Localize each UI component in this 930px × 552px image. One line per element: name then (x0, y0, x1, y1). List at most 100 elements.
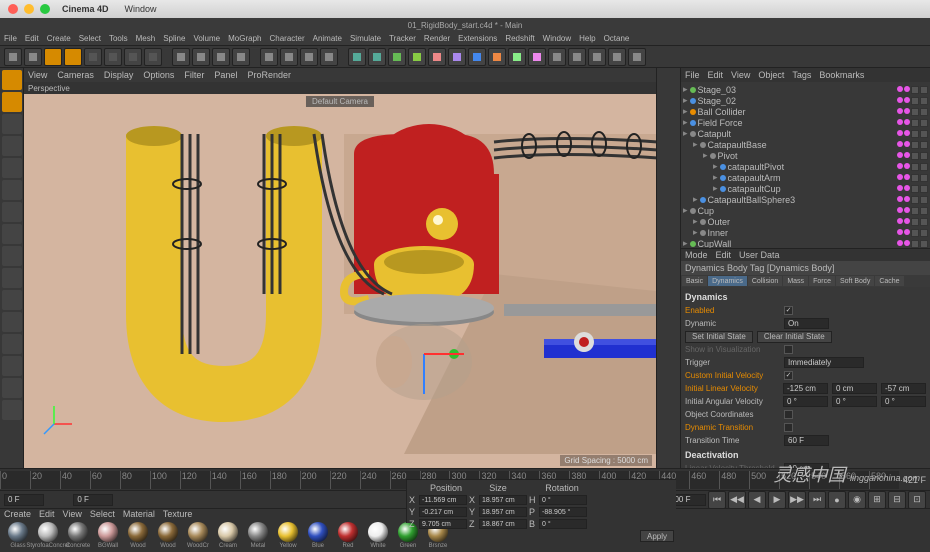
playback-btn-3[interactable]: ▶ (768, 491, 786, 509)
toolbar-btn-16[interactable] (300, 48, 318, 66)
obj-coord-checkbox[interactable] (784, 410, 793, 419)
dynamic-dropdown[interactable]: On (784, 318, 829, 329)
subtab-basic[interactable]: Basic (682, 276, 707, 286)
toolbar-btn-17[interactable] (320, 48, 338, 66)
toolbar-btn-29[interactable] (548, 48, 566, 66)
subtab-mass[interactable]: Mass (783, 276, 808, 286)
tree-item[interactable]: ▸Catapult (683, 128, 928, 139)
playback-btn-4[interactable]: ▶▶ (788, 491, 806, 509)
menu-redshift[interactable]: Redshift (505, 34, 534, 43)
material-wood[interactable]: Wood (124, 522, 152, 549)
playback-btn-2[interactable]: ◀ (748, 491, 766, 509)
menu-animate[interactable]: Animate (313, 34, 342, 43)
menu-tools[interactable]: Tools (109, 34, 128, 43)
toolbar-btn-26[interactable] (488, 48, 506, 66)
toolbar-btn-3[interactable] (64, 48, 82, 66)
material-cream[interactable]: Cream (214, 522, 242, 549)
menu-mograph[interactable]: MoGraph (228, 34, 261, 43)
mat-menu-view[interactable]: View (63, 509, 82, 519)
menu-spline[interactable]: Spline (163, 34, 185, 43)
playback-btn-7[interactable]: ◉ (848, 491, 866, 509)
mat-menu-select[interactable]: Select (90, 509, 115, 519)
menu-character[interactable]: Character (269, 34, 304, 43)
toolbar-btn-20[interactable] (368, 48, 386, 66)
menu-extensions[interactable]: Extensions (458, 34, 497, 43)
material-concrete[interactable]: Concrete (64, 522, 92, 549)
ang-v-y[interactable] (832, 396, 877, 407)
tree-item[interactable]: ▸catapaultCup (683, 183, 928, 194)
vp-menu-view[interactable]: View (28, 70, 47, 80)
custom-iv-checkbox[interactable] (784, 371, 793, 380)
dyn-trans-checkbox[interactable] (784, 423, 793, 432)
object-tree[interactable]: ▸Stage_03▸Stage_02▸Ball Collider▸Field F… (681, 82, 930, 248)
toolbar-btn-28[interactable] (528, 48, 546, 66)
toolbar-btn-0[interactable] (4, 48, 22, 66)
toolbar-btn-9[interactable] (172, 48, 190, 66)
toolbar-btn-1[interactable] (24, 48, 42, 66)
playback-btn-9[interactable]: ⊟ (888, 491, 906, 509)
toolbar-btn-4[interactable] (84, 48, 102, 66)
subtab-cache[interactable]: Cache (875, 276, 903, 286)
toolbar-btn-14[interactable] (260, 48, 278, 66)
toolbar-btn-15[interactable] (280, 48, 298, 66)
apply-button[interactable]: Apply (640, 530, 674, 542)
left-tool-5[interactable] (2, 180, 22, 200)
camera-label[interactable]: Default Camera (306, 96, 374, 107)
attr-menu-user data[interactable]: User Data (739, 250, 780, 260)
tree-item[interactable]: ▸catapaultPivot (683, 161, 928, 172)
playback-btn-8[interactable]: ⊞ (868, 491, 886, 509)
obj-menu-bookmarks[interactable]: Bookmarks (819, 70, 864, 80)
subtab-force[interactable]: Force (809, 276, 835, 286)
playback-btn-1[interactable]: ◀◀ (728, 491, 746, 509)
menu-volume[interactable]: Volume (193, 34, 220, 43)
left-tool-13[interactable] (2, 356, 22, 376)
left-tool-6[interactable] (2, 202, 22, 222)
toolbar-btn-30[interactable] (568, 48, 586, 66)
left-tool-15[interactable] (2, 400, 22, 420)
mac-zoom[interactable] (40, 4, 50, 14)
vp-menu-filter[interactable]: Filter (184, 70, 204, 80)
vp-menu-prorender[interactable]: ProRender (247, 70, 291, 80)
mat-menu-edit[interactable]: Edit (39, 509, 55, 519)
menu-tracker[interactable]: Tracker (389, 34, 416, 43)
vp-menu-cameras[interactable]: Cameras (57, 70, 94, 80)
toolbar-btn-19[interactable] (348, 48, 366, 66)
material-bgwall[interactable]: BGWall (94, 522, 122, 549)
subtab-collision[interactable]: Collision (748, 276, 782, 286)
tree-item[interactable]: ▸Pivot (683, 150, 928, 161)
left-tool-10[interactable] (2, 290, 22, 310)
subtab-dynamics[interactable]: Dynamics (708, 276, 747, 286)
subtab-soft body[interactable]: Soft Body (836, 276, 874, 286)
playback-btn-0[interactable]: ⏮ (708, 491, 726, 509)
toolbar-btn-22[interactable] (408, 48, 426, 66)
attr-menu-mode[interactable]: Mode (685, 250, 708, 260)
left-tool-9[interactable] (2, 268, 22, 288)
material-yellow[interactable]: Yellow (274, 522, 302, 549)
toolbar-btn-32[interactable] (608, 48, 626, 66)
left-tool-2[interactable] (2, 114, 22, 134)
toolbar-btn-25[interactable] (468, 48, 486, 66)
toolbar-btn-10[interactable] (192, 48, 210, 66)
left-tool-8[interactable] (2, 246, 22, 266)
toolbar-btn-2[interactable] (44, 48, 62, 66)
mat-menu-create[interactable]: Create (4, 509, 31, 519)
obj-menu-edit[interactable]: Edit (708, 70, 724, 80)
toolbar-btn-7[interactable] (144, 48, 162, 66)
set-initial-state-button[interactable]: Set Initial State (685, 331, 753, 343)
material-blue[interactable]: Blue (304, 522, 332, 549)
clear-initial-state-button[interactable]: Clear Initial State (757, 331, 832, 343)
mat-menu-material[interactable]: Material (123, 509, 155, 519)
playback-btn-10[interactable]: ⊡ (908, 491, 926, 509)
toolbar-btn-31[interactable] (588, 48, 606, 66)
toolbar-btn-24[interactable] (448, 48, 466, 66)
ang-v-z[interactable] (881, 396, 926, 407)
material-metal[interactable]: Metal (244, 522, 272, 549)
mat-menu-texture[interactable]: Texture (163, 509, 193, 519)
tree-item[interactable]: ▸Field Force (683, 117, 928, 128)
left-tool-12[interactable] (2, 334, 22, 354)
toolbar-btn-11[interactable] (212, 48, 230, 66)
tree-item[interactable]: ▸Ball Collider (683, 106, 928, 117)
playback-btn-5[interactable]: ⏭ (808, 491, 826, 509)
mac-minimize[interactable] (24, 4, 34, 14)
left-tool-3[interactable] (2, 136, 22, 156)
